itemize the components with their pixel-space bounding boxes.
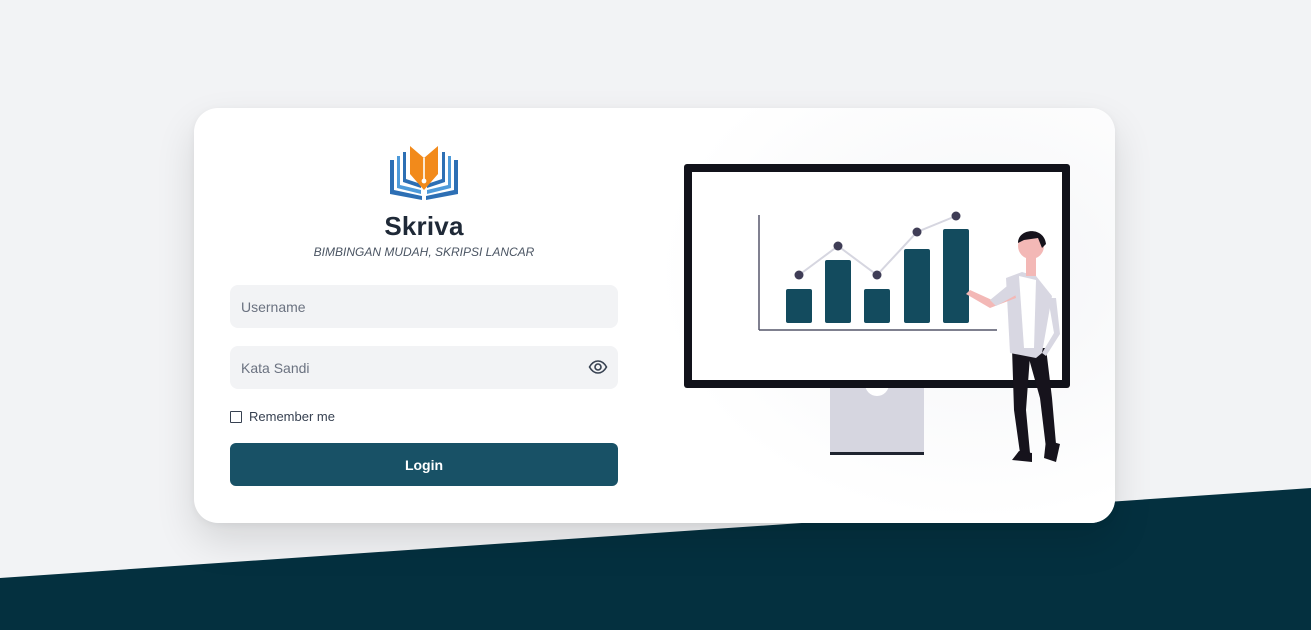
- chart-bar-1: [786, 289, 812, 323]
- chart-bar-5: [943, 229, 969, 323]
- login-button[interactable]: Login: [230, 443, 618, 486]
- remember-me-checkbox[interactable]: [230, 410, 242, 423]
- username-input[interactable]: [230, 285, 618, 328]
- username-field-wrapper: [230, 285, 618, 328]
- remember-me[interactable]: Remember me: [230, 409, 335, 424]
- eye-icon[interactable]: [588, 357, 608, 377]
- book-pen-logo-icon: [390, 146, 458, 200]
- brand-tagline: BIMBINGAN MUDAH, SKRIPSI LANCAR: [313, 245, 535, 259]
- login-form: Skriva BIMBINGAN MUDAH, SKRIPSI LANCAR R…: [230, 108, 618, 523]
- presentation-chart-illustration: [684, 164, 1070, 462]
- brand-name: Skriva: [384, 211, 464, 241]
- login-card: Skriva BIMBINGAN MUDAH, SKRIPSI LANCAR R…: [194, 108, 1115, 523]
- remember-me-label: Remember me: [249, 409, 335, 424]
- password-input[interactable]: [230, 346, 618, 389]
- chart-bar-2: [825, 260, 851, 323]
- chart-bar-4: [904, 249, 930, 323]
- password-field-wrapper: [230, 346, 618, 389]
- chart-bar-3: [864, 289, 890, 323]
